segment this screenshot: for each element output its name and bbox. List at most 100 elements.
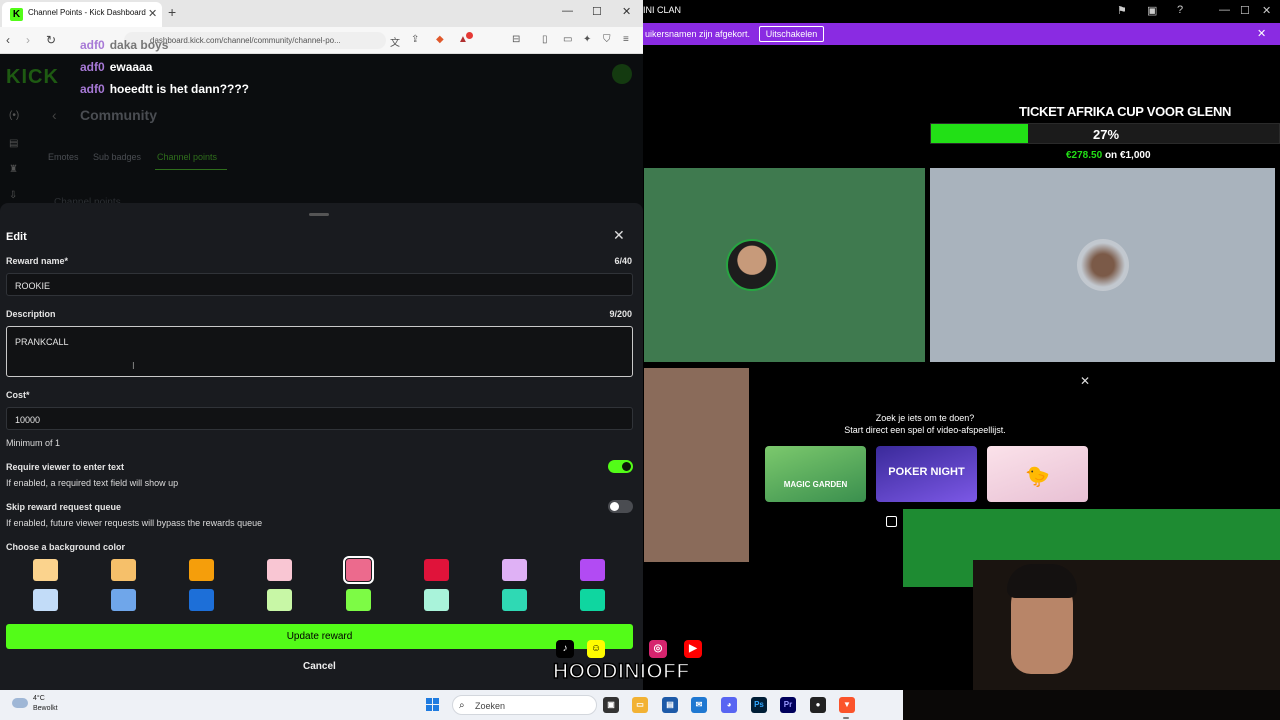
photoshop-icon[interactable]: Ps [751, 697, 767, 713]
tab-close-icon[interactable]: ✕ [148, 7, 157, 20]
goal-title: TICKET AFRIKA CUP VOOR GLENN [1019, 104, 1232, 119]
forward-icon[interactable]: › [26, 33, 30, 47]
flag-icon[interactable]: ⚑ [1117, 4, 1127, 17]
color-swatch[interactable] [111, 559, 136, 581]
game-card-magic-garden[interactable]: MAGIC GARDEN [765, 446, 866, 502]
task-view-icon[interactable]: ▣ [603, 697, 619, 713]
update-reward-button[interactable]: Update reward [6, 624, 633, 649]
tab-emotes[interactable]: Emotes [48, 152, 79, 162]
help-icon[interactable]: ? [1177, 4, 1183, 16]
tab-search-icon[interactable]: ⊟ [512, 34, 520, 45]
minimize-icon[interactable]: — [1219, 4, 1230, 16]
color-swatch[interactable] [189, 589, 214, 611]
color-swatch[interactable] [580, 559, 605, 581]
cancel-button[interactable]: Cancel [303, 661, 336, 672]
user-avatar[interactable] [612, 64, 632, 84]
cloud-icon[interactable] [12, 698, 28, 708]
wallet-icon[interactable]: ▭ [563, 34, 572, 45]
leo-icon[interactable]: ✦ [583, 34, 591, 45]
color-swatch[interactable] [33, 559, 58, 581]
kick-logo[interactable]: KICK [6, 66, 59, 89]
translate-icon[interactable]: 文 [390, 34, 400, 49]
snapchat-icon: ☺ [587, 640, 605, 658]
content-icon[interactable]: ▤ [9, 138, 18, 149]
activity-line2: Start direct een spel of video-afspeelli… [844, 425, 1006, 435]
color-label: Choose a background color [6, 542, 126, 552]
back-arrow-icon[interactable]: ‹ [52, 107, 57, 123]
cost-input[interactable]: 10000 [6, 407, 633, 430]
require-text-help: If enabled, a required text field will s… [6, 478, 179, 488]
reward-name-input[interactable]: ROOKIE [6, 273, 633, 296]
notice-banner: uikersnamen zijn afgekort. Uitschakelen … [643, 23, 1280, 45]
back-icon[interactable]: ‹ [6, 33, 10, 47]
participant-tile[interactable] [644, 368, 749, 562]
share-icon[interactable]: ⇪ [411, 34, 419, 45]
color-swatch[interactable] [346, 589, 371, 611]
goal-target: €1,000 [1119, 150, 1151, 161]
brave-icon[interactable]: ▼ [839, 697, 855, 713]
tab-channel-points[interactable]: Channel points [157, 152, 217, 162]
drag-handle[interactable] [309, 213, 329, 216]
instagram-icon: ◎ [649, 640, 667, 658]
color-swatch[interactable] [343, 556, 374, 584]
color-swatch[interactable] [267, 589, 292, 611]
screen-icon[interactable]: ▣ [1147, 4, 1157, 17]
brave-shield-icon[interactable]: ◆ [436, 34, 444, 45]
minimize-icon[interactable]: — [562, 5, 573, 17]
obs-icon[interactable]: ● [810, 697, 826, 713]
maximize-icon[interactable]: ☐ [592, 5, 602, 18]
premiere-icon[interactable]: Pr [780, 697, 796, 713]
maximize-icon[interactable]: ☐ [1240, 4, 1250, 17]
window-title: INI CLAN [643, 5, 682, 15]
community-icon[interactable]: ⇩ [9, 190, 17, 201]
description-textarea[interactable]: PRANKCALL [6, 326, 633, 377]
color-swatch[interactable] [580, 589, 605, 611]
window-close-icon[interactable]: ✕ [1262, 4, 1271, 17]
windows-start-icon[interactable] [426, 698, 440, 712]
participant-tile[interactable] [930, 168, 1275, 362]
weather-temperature[interactable]: 4°C [33, 695, 45, 702]
discord-icon[interactable]: ◕ [721, 697, 737, 713]
weather-description[interactable]: Bewolkt [33, 705, 58, 712]
store-icon[interactable]: ▤ [662, 697, 678, 713]
new-tab-icon[interactable]: + [168, 4, 176, 20]
tab-sub-badges[interactable]: Sub badges [93, 152, 141, 162]
banner-close-icon[interactable]: ✕ [1257, 27, 1266, 40]
menu-icon[interactable]: ≡ [623, 34, 629, 45]
skip-queue-toggle[interactable] [608, 500, 633, 513]
window-close-icon[interactable]: ✕ [622, 5, 631, 18]
sidebar-icon[interactable]: ▯ [542, 34, 548, 45]
close-icon[interactable]: ✕ [613, 227, 625, 244]
color-swatch[interactable] [189, 559, 214, 581]
reward-name-counter: 6/40 [614, 256, 632, 266]
checkbox[interactable] [886, 516, 897, 527]
color-swatch[interactable] [424, 559, 449, 581]
color-swatch[interactable] [502, 589, 527, 611]
reload-icon[interactable]: ↻ [46, 33, 56, 47]
game-card-poker-night[interactable]: POKER NIGHT [876, 446, 977, 502]
trophy-icon[interactable]: ♜ [9, 164, 18, 175]
active-app-indicator [843, 717, 849, 719]
taskbar-search[interactable]: ⌕ Zoeken [452, 695, 597, 715]
vpn-icon[interactable]: ⛉ [603, 34, 611, 45]
cost-help: Minimum of 1 [6, 438, 61, 448]
stream-icon[interactable]: (•) [9, 110, 19, 121]
color-swatch[interactable] [424, 589, 449, 611]
color-swatch[interactable] [267, 559, 292, 581]
panel-close-icon[interactable]: ✕ [1080, 374, 1090, 388]
color-swatch[interactable] [111, 589, 136, 611]
participant-tile[interactable] [644, 168, 925, 362]
mail-icon[interactable]: ✉ [691, 697, 707, 713]
file-explorer-icon[interactable]: ▭ [632, 697, 648, 713]
browser-tab-active[interactable]: K Channel Points - Kick Dashboard ✕ [2, 2, 162, 27]
chat-message: adf0 hoeedtt is het dann???? [80, 82, 249, 96]
color-swatch[interactable] [33, 589, 58, 611]
require-text-toggle[interactable] [608, 460, 633, 473]
tab-title: Channel Points - Kick Dashboard [28, 8, 146, 17]
chat-username: adf0 [80, 38, 105, 52]
participant-avatar [726, 239, 778, 291]
text-cursor-icon: I [132, 361, 135, 372]
game-card-chess[interactable]: 🐤 [987, 446, 1088, 502]
disable-button[interactable]: Uitschakelen [759, 26, 824, 42]
color-swatch[interactable] [502, 559, 527, 581]
